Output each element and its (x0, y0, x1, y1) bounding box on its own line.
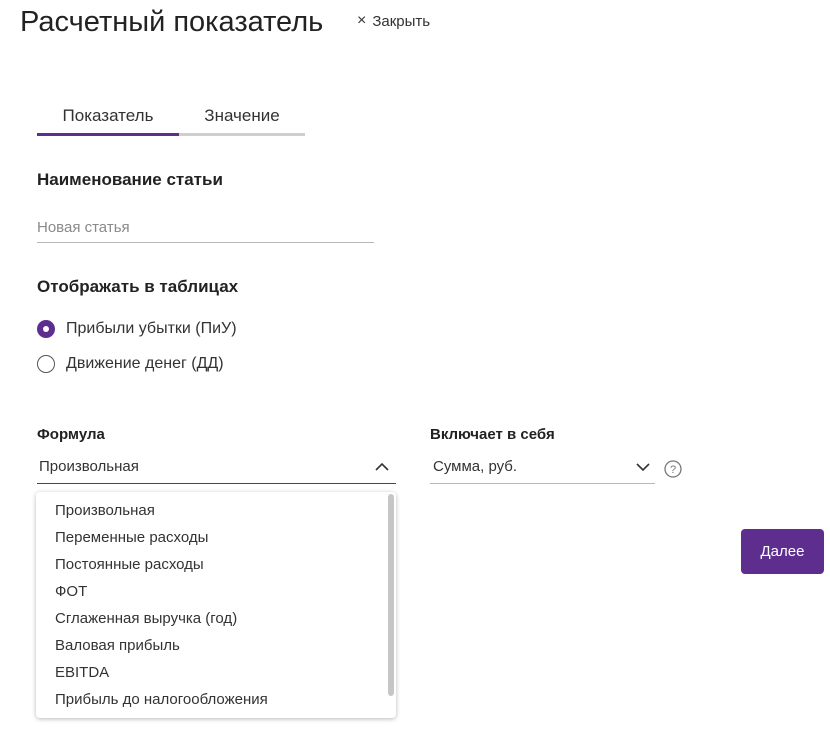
help-icon[interactable]: ? (664, 460, 682, 478)
article-name-input[interactable] (37, 212, 374, 243)
formula-label: Формула (37, 426, 105, 443)
close-label: Закрыть (372, 12, 431, 30)
close-button[interactable]: × Закрыть (357, 11, 430, 31)
dropdown-option[interactable]: Валовая прибыль (36, 632, 386, 659)
dropdown-list: Произвольная Переменные расходы Постоянн… (36, 497, 386, 713)
next-button[interactable]: Далее (741, 529, 824, 574)
dropdown-option[interactable]: Прибыль до налогообложения (36, 686, 386, 713)
scrollbar-thumb[interactable] (388, 494, 394, 696)
dropdown-option[interactable]: Сглаженная выручка (год) (36, 605, 386, 632)
svg-text:?: ? (670, 464, 676, 476)
chevron-up-icon (375, 462, 389, 471)
radio-pnl[interactable]: Прибыли убытки (ПиУ) (37, 317, 237, 341)
article-name-heading: Наименование статьи (37, 170, 223, 189)
close-icon: × (357, 12, 367, 29)
formula-dropdown-menu: Произвольная Переменные расходы Постоянн… (36, 492, 396, 718)
radio-label: Прибыли убытки (ПиУ) (66, 320, 237, 337)
active-tab-underline (37, 133, 179, 136)
formula-select[interactable]: Произвольная (37, 450, 396, 484)
radio-checked-icon (37, 320, 55, 338)
radio-cashflow[interactable]: Движение денег (ДД) (37, 352, 224, 376)
dropdown-option[interactable]: Постоянные расходы (36, 551, 386, 578)
radio-label: Движение денег (ДД) (66, 355, 224, 372)
includes-label: Включает в себя (430, 426, 555, 443)
dropdown-option[interactable]: EBITDA (36, 659, 386, 686)
page-title: Расчетный показатель (20, 6, 324, 38)
tab-bar: Показатель Значение (37, 98, 305, 136)
tab-indicator[interactable]: Показатель (37, 98, 179, 133)
includes-select[interactable]: Сумма, руб. (430, 450, 655, 484)
chevron-down-icon (636, 462, 650, 471)
tab-label: Значение (204, 105, 280, 125)
radio-unchecked-icon (37, 355, 55, 373)
formula-selected-value: Произвольная (39, 458, 139, 475)
dropdown-option[interactable]: Произвольная (36, 497, 386, 524)
includes-selected-value: Сумма, руб. (433, 458, 518, 475)
dropdown-option[interactable]: ФОТ (36, 578, 386, 605)
dropdown-option[interactable]: Переменные расходы (36, 524, 386, 551)
display-in-tables-heading: Отображать в таблицах (37, 277, 239, 296)
tab-label: Показатель (62, 105, 154, 125)
tab-value[interactable]: Значение (179, 98, 305, 133)
dropdown-scrollbar[interactable] (388, 494, 394, 716)
